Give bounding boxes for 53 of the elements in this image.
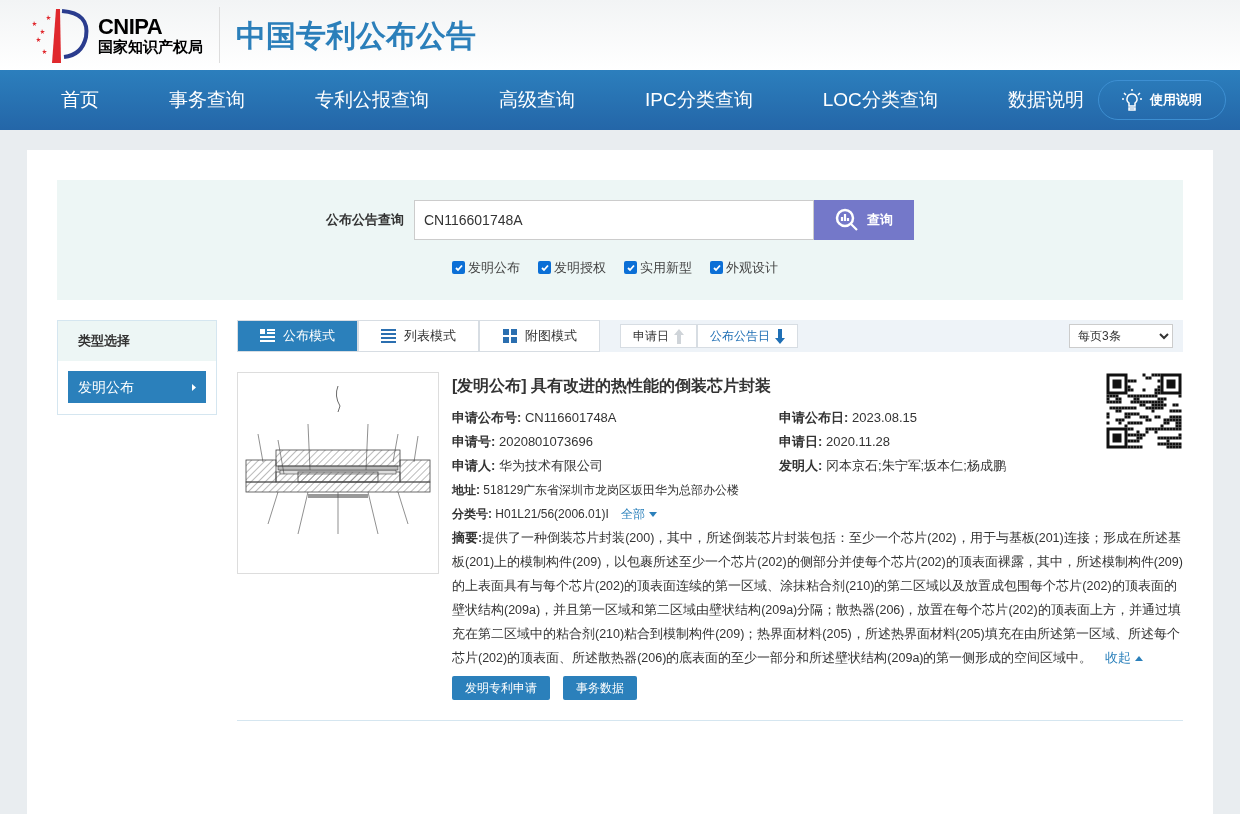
search-field[interactable]: CN116601748A bbox=[414, 200, 814, 240]
field-text: 申请公布号: CN116601748A bbox=[452, 409, 618, 427]
checkbox[interactable] bbox=[624, 261, 637, 275]
field-text: 申请号: 2020801073696 bbox=[452, 433, 594, 451]
list-icon bbox=[381, 329, 396, 343]
checkbox[interactable] bbox=[710, 261, 723, 275]
site-title: 中国专利公布公告 bbox=[236, 17, 476, 54]
field-text: 申请人: 华为技术有限公司 bbox=[452, 457, 604, 475]
sort-button[interactable]: 公布公告日 bbox=[697, 324, 798, 348]
nav-link[interactable]: 数据说明 bbox=[1007, 85, 1084, 115]
caret-down-icon bbox=[648, 511, 657, 517]
checkbox-label: 外观设计 bbox=[726, 259, 778, 277]
grid-icon bbox=[502, 329, 517, 343]
checkbox[interactable] bbox=[538, 261, 551, 275]
checkbox[interactable] bbox=[452, 261, 465, 275]
list-icon bbox=[260, 329, 275, 343]
page-size-select[interactable]: 每页3条 bbox=[1069, 324, 1173, 348]
arrow-up-icon bbox=[674, 328, 684, 344]
checkbox-label: 实用新型 bbox=[640, 259, 692, 277]
field-text: 发明人: 冈本京石;朱宁军;坂本仁;杨成鹏 bbox=[779, 457, 1007, 475]
result-title[interactable]: [发明公布] 具有改进的热性能的倒装芯片封装 bbox=[452, 374, 1105, 398]
search-label: 公布公告查询 bbox=[326, 211, 404, 230]
logo-subtitle: 国家知识产权局 bbox=[98, 39, 203, 55]
sort-button[interactable]: 申请日 bbox=[620, 324, 697, 348]
search-icon bbox=[835, 208, 859, 232]
view-mode-tab[interactable]: 附图模式 bbox=[479, 320, 600, 352]
arrow-down-icon bbox=[775, 328, 785, 344]
classification-text: 分类号: H01L21/56(2006.01)I bbox=[452, 506, 609, 523]
show-all-link[interactable]: 全部 bbox=[620, 504, 657, 524]
nav-link[interactable]: IPC分类查询 bbox=[645, 85, 753, 115]
view-mode-tab[interactable]: 列表模式 bbox=[358, 320, 479, 352]
nav-link[interactable]: 专利公报查询 bbox=[315, 85, 429, 115]
address-text: 地址: 518129广东省深圳市龙岗区坂田华为总部办公楼 bbox=[452, 482, 741, 499]
abstract-text: 摘要:提供了一种倒装芯片封装(200)，其中，所述倒装芯片封装包括：至少一个芯片(202)，用于与基板(201)连接；形成在所述基板(201)上的模制构件(209)，以包裹所述至少一个芯片(202)的侧部分并使每个芯片(202)的顶表面裸露，其中，所述模制构件(209)的上表面具有与每个芯片(202)的顶表面连续的第一区域、涂抹粘合剂(210)的第二区域以及放置成包围每个芯片(202)的顶表面的壁状结构(209a)，并且第一区域和第二区域由壁状结构(209a)分隔；散热器(206)，放置在每个芯片(202)的顶表面上方，并通过填充在第二区域中的粘合剂(210)粘合到模制构件(209)；热界面材料(205)，所述热界面材料(205)填充在由所述第一区域、所述每个芯片(202)的顶表面、所述散热器(206)的底表面的至少一部分和所述壁状结构(209a)的第一侧形成的空间区域中。 收起 bbox=[452, 526, 1183, 670]
action-button[interactable]: 发明专利申请 bbox=[452, 676, 550, 700]
checkbox-label: 发明公布 bbox=[468, 259, 520, 277]
nav-link[interactable]: 高级查询 bbox=[499, 85, 575, 115]
caret-right-icon bbox=[192, 383, 196, 391]
field-text: 申请日: 2020.11.28 bbox=[779, 433, 892, 451]
collapse-link[interactable]: 收起 bbox=[1104, 646, 1143, 670]
search-button[interactable]: 查询 bbox=[814, 200, 914, 240]
logo-text: CNIPA bbox=[98, 15, 164, 38]
lightbulb-icon bbox=[1122, 89, 1142, 111]
sidebar-item[interactable]: 发明公布 bbox=[68, 371, 206, 403]
view-mode-tab[interactable]: 公布模式 bbox=[237, 320, 358, 352]
caret-up-icon bbox=[1134, 655, 1143, 661]
sidebar-header: 类型选择 bbox=[58, 321, 216, 361]
action-button[interactable]: 事务数据 bbox=[563, 676, 637, 700]
field-text: 申请公布日: 2023.08.15 bbox=[779, 409, 919, 427]
checkbox-label: 发明授权 bbox=[554, 259, 606, 277]
nav-link[interactable]: LOC分类查询 bbox=[822, 85, 938, 115]
nav-link[interactable]: 事务查询 bbox=[169, 85, 245, 115]
nav-link[interactable]: 首页 bbox=[61, 85, 99, 115]
